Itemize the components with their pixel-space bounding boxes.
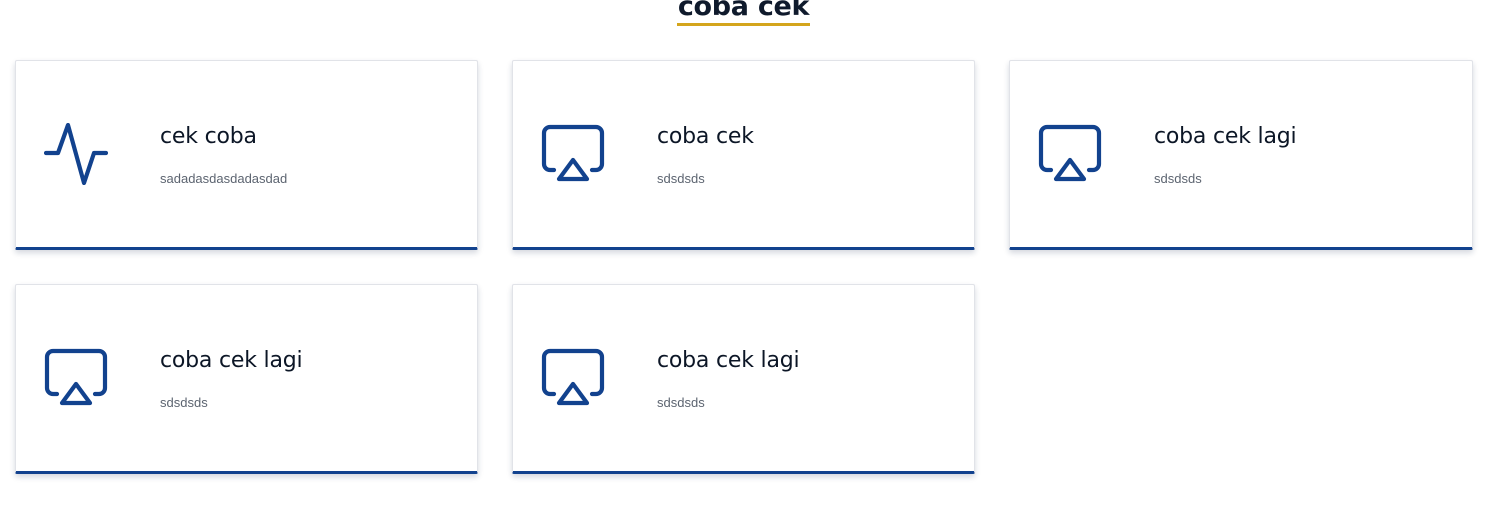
card-description: sadadasdasdadasdad bbox=[160, 171, 288, 186]
card-description: sdsdsds bbox=[1154, 171, 1202, 186]
airplay-icon bbox=[541, 123, 605, 185]
airplay-icon bbox=[541, 347, 605, 409]
service-card[interactable]: coba cek sdsdsds bbox=[512, 60, 975, 250]
activity-pulse-icon bbox=[44, 123, 108, 185]
service-card[interactable]: coba cek lagi sdsdsds bbox=[512, 284, 975, 474]
card-title: coba cek lagi bbox=[657, 348, 800, 373]
card-description: sdsdsds bbox=[160, 395, 208, 410]
section-title-text: coba cek bbox=[676, 0, 811, 26]
service-card[interactable]: coba cek lagi sdsdsds bbox=[15, 284, 478, 474]
card-title: coba cek lagi bbox=[160, 348, 303, 373]
service-card[interactable]: cek coba sadadasdasdadasdad bbox=[15, 60, 478, 250]
airplay-icon bbox=[44, 347, 108, 409]
airplay-icon bbox=[1038, 123, 1102, 185]
service-card[interactable]: coba cek lagi sdsdsds bbox=[1009, 60, 1473, 250]
service-card-grid: cek coba sadadasdasdadasdad coba cek sds… bbox=[15, 60, 1473, 474]
card-description: sdsdsds bbox=[657, 171, 705, 186]
page: coba cek cek coba sadadasdasdadasdad cob… bbox=[0, 0, 1507, 527]
card-title: coba cek bbox=[657, 124, 754, 149]
card-description: sdsdsds bbox=[657, 395, 705, 410]
card-title: cek coba bbox=[160, 124, 257, 149]
card-title: coba cek lagi bbox=[1154, 124, 1297, 149]
section-title: coba cek bbox=[0, 0, 1487, 26]
